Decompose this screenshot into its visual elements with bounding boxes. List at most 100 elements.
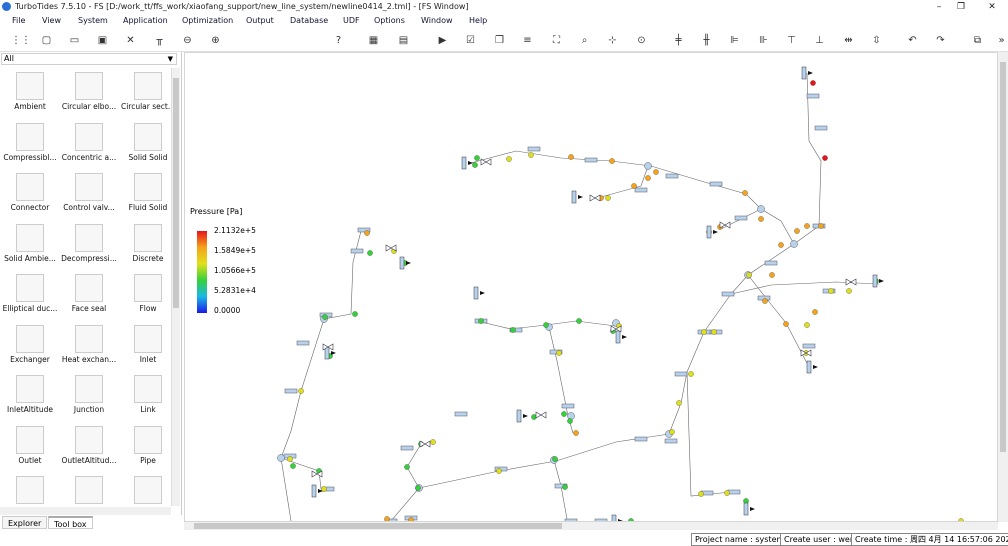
align-top-icon[interactable]: ⊤ bbox=[785, 34, 798, 47]
menu-options[interactable]: Options bbox=[374, 16, 405, 25]
pipe-element[interactable] bbox=[564, 518, 578, 521]
pipe-element[interactable] bbox=[296, 340, 310, 346]
boundary-element[interactable] bbox=[743, 502, 749, 516]
pressure-marker[interactable] bbox=[543, 322, 549, 328]
pipe-element[interactable] bbox=[709, 181, 723, 187]
junction-node[interactable] bbox=[644, 162, 652, 170]
pressure-marker[interactable] bbox=[384, 516, 390, 521]
palette-item[interactable]: Connector bbox=[0, 171, 60, 221]
boundary-element[interactable] bbox=[473, 286, 479, 300]
palette-item[interactable]: Solid Solid bbox=[118, 121, 171, 171]
flow-arrow-icon[interactable] bbox=[879, 279, 884, 283]
pressure-marker[interactable] bbox=[506, 156, 512, 162]
pressure-marker[interactable] bbox=[958, 518, 964, 521]
flow-arrow-icon[interactable] bbox=[618, 519, 623, 521]
pipe-element[interactable] bbox=[634, 436, 648, 442]
rotate-right-icon[interactable]: ↷ bbox=[934, 34, 947, 47]
pressure-marker[interactable] bbox=[762, 298, 768, 304]
palette-item[interactable]: Concentric a... bbox=[59, 121, 119, 171]
junction-node[interactable] bbox=[790, 240, 798, 248]
pipe-element[interactable] bbox=[454, 411, 468, 417]
calendar-icon[interactable]: ▤ bbox=[397, 34, 410, 47]
palette-item[interactable]: Circular sect... bbox=[118, 70, 171, 120]
pressure-marker[interactable] bbox=[778, 242, 784, 248]
align-center-h-icon[interactable]: ╫ bbox=[700, 34, 713, 47]
pipe-element[interactable] bbox=[350, 248, 364, 254]
pipe-element[interactable] bbox=[802, 343, 816, 349]
palette-item[interactable]: Face seal bbox=[59, 272, 119, 322]
pressure-marker[interactable] bbox=[605, 195, 611, 201]
flow-arrow-icon[interactable] bbox=[578, 195, 583, 199]
control-valve-icon[interactable] bbox=[419, 440, 431, 448]
pressure-marker[interactable] bbox=[758, 216, 764, 222]
flow-arrow-icon[interactable] bbox=[713, 230, 718, 234]
connection-line[interactable] bbox=[280, 230, 362, 521]
open-folder-icon[interactable]: ▭ bbox=[68, 34, 81, 47]
pressure-marker[interactable] bbox=[552, 456, 558, 462]
group-icon[interactable]: ⧉ bbox=[971, 34, 984, 47]
menu-application[interactable]: Application bbox=[123, 16, 168, 25]
palette-item[interactable]: Link bbox=[118, 373, 171, 423]
pipe-element[interactable] bbox=[806, 93, 820, 99]
control-valve-icon[interactable] bbox=[535, 411, 547, 419]
boundary-element[interactable] bbox=[615, 330, 621, 344]
rotate-left-icon[interactable]: ↶ bbox=[906, 34, 919, 47]
palette-item[interactable]: Compressibl... bbox=[0, 121, 60, 171]
pressure-marker[interactable] bbox=[804, 223, 810, 229]
pipe-element[interactable] bbox=[664, 438, 678, 444]
menu-udf[interactable]: UDF bbox=[343, 16, 360, 25]
connection-line[interactable] bbox=[793, 72, 822, 245]
pressure-marker[interactable] bbox=[404, 464, 410, 470]
boundary-element[interactable] bbox=[399, 256, 405, 270]
pipe-element[interactable] bbox=[727, 489, 741, 495]
pressure-marker[interactable] bbox=[701, 329, 707, 335]
pressure-marker[interactable] bbox=[430, 439, 436, 445]
pipe-element[interactable] bbox=[594, 518, 608, 521]
flow-arrow-icon[interactable] bbox=[523, 414, 528, 418]
pressure-marker[interactable] bbox=[478, 318, 484, 324]
pipe-element[interactable] bbox=[734, 215, 748, 221]
boundary-element[interactable] bbox=[872, 274, 878, 288]
connection-line[interactable] bbox=[470, 150, 795, 245]
menu-view[interactable]: View bbox=[42, 16, 61, 25]
connection-line[interactable] bbox=[390, 243, 795, 521]
network-diagram[interactable] bbox=[185, 53, 997, 521]
pressure-marker[interactable] bbox=[711, 329, 717, 335]
palette-item[interactable] bbox=[118, 474, 171, 508]
pressure-marker[interactable] bbox=[496, 468, 502, 474]
pressure-marker[interactable] bbox=[290, 463, 296, 469]
pressure-marker[interactable] bbox=[724, 490, 730, 496]
control-valve-icon[interactable] bbox=[385, 244, 397, 252]
palette-item[interactable]: Control valv... bbox=[59, 171, 119, 221]
palette-item[interactable]: OutletAltitud... bbox=[59, 424, 119, 474]
palette-item[interactable] bbox=[0, 474, 60, 508]
pressure-marker[interactable] bbox=[810, 80, 816, 86]
flow-arrow-icon[interactable] bbox=[813, 365, 818, 369]
canvas-hscrollbar[interactable] bbox=[184, 522, 998, 530]
pressure-marker[interactable] bbox=[698, 491, 704, 497]
pressure-marker[interactable] bbox=[609, 158, 615, 164]
pressure-marker[interactable] bbox=[567, 418, 573, 424]
palette-item[interactable]: Heat exchan... bbox=[59, 323, 119, 373]
canvas-hscrollbar-thumb[interactable] bbox=[194, 523, 562, 529]
palette-scrollbar[interactable] bbox=[171, 68, 180, 506]
pressure-marker[interactable] bbox=[562, 484, 568, 490]
connection-line[interactable] bbox=[730, 281, 880, 295]
pressure-marker[interactable] bbox=[576, 318, 582, 324]
palette-item[interactable]: Discrete bbox=[118, 222, 171, 272]
layout-icon[interactable]: ▦ bbox=[367, 34, 380, 47]
palette-scrollbar-thumb[interactable] bbox=[173, 78, 179, 308]
flow-arrow-icon[interactable] bbox=[622, 335, 627, 339]
zoom-icon[interactable]: ⌕ bbox=[578, 34, 591, 47]
control-valve-icon[interactable] bbox=[589, 194, 601, 202]
boundary-element[interactable] bbox=[461, 156, 467, 170]
pressure-marker[interactable] bbox=[352, 311, 358, 317]
palette-item[interactable]: Circular elbo... bbox=[59, 70, 119, 120]
pressure-marker[interactable] bbox=[561, 411, 567, 417]
flow-arrow-icon[interactable] bbox=[468, 161, 473, 165]
tab-explorer[interactable]: Explorer bbox=[2, 516, 48, 529]
pipe-element[interactable] bbox=[400, 445, 414, 451]
pipe-element[interactable] bbox=[764, 260, 778, 266]
control-valve-icon[interactable] bbox=[480, 158, 492, 166]
pipe-element[interactable] bbox=[284, 388, 298, 394]
